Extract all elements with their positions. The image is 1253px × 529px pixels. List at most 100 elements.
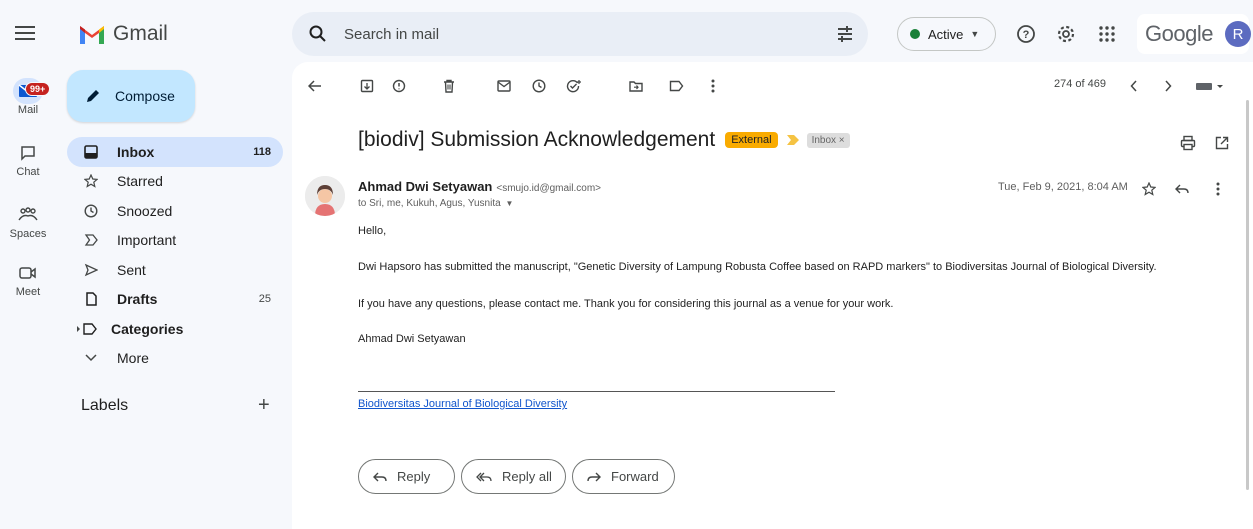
inbox-label-chip[interactable]: Inbox × — [806, 132, 850, 148]
back-arrow-icon[interactable] — [305, 76, 325, 96]
email-paragraph-1: Dwi Hapsoro has submitted the manuscript… — [358, 261, 1157, 273]
snooze-clock-icon[interactable] — [529, 76, 549, 96]
report-spam-icon[interactable] — [389, 76, 409, 96]
importance-marker-icon[interactable] — [786, 134, 800, 146]
nav-label: Starred — [117, 173, 163, 190]
account-avatar[interactable]: R — [1225, 21, 1251, 47]
google-account-area[interactable]: Google R — [1137, 14, 1251, 54]
main-menu-icon[interactable] — [13, 22, 37, 46]
print-icon[interactable] — [1178, 133, 1198, 153]
sender-email: <smujo.id@gmail.com> — [496, 183, 602, 194]
star-icon[interactable] — [1139, 179, 1159, 199]
nav-item-important[interactable]: Important — [67, 226, 283, 256]
gmail-logo[interactable]: Gmail — [78, 22, 168, 46]
nav-label: Sent — [117, 261, 146, 278]
journal-link[interactable]: Biodiversitas Journal of Biological Dive… — [358, 398, 567, 410]
scrollbar[interactable] — [1246, 100, 1249, 490]
message-pager: 274 of 469 — [1054, 78, 1106, 90]
reply-arrow-icon[interactable] — [1172, 179, 1192, 199]
rail-item-chat[interactable]: Chat — [0, 140, 56, 178]
mark-unread-icon[interactable] — [494, 76, 514, 96]
older-chevron-right-icon[interactable] — [1158, 76, 1178, 96]
nav-label: Inbox — [117, 143, 155, 160]
status-label: Active — [928, 26, 964, 42]
rail-label: Chat — [16, 166, 40, 178]
pencil-icon — [87, 90, 99, 102]
email-date: Tue, Feb 9, 2021, 8:04 AM — [998, 181, 1128, 193]
app-name: Gmail — [113, 22, 168, 45]
sender-line: Ahmad Dwi Setyawan <smujo.id@gmail.com> — [358, 179, 601, 194]
nav-count: 25 — [258, 293, 271, 306]
nav-item-sent[interactable]: Sent — [67, 255, 283, 285]
status-dot — [910, 29, 920, 39]
email-subject: [biodiv] Submission Acknowledgement — [358, 128, 716, 151]
labels-heading: Labels — [81, 397, 129, 414]
compose-button[interactable]: Compose — [67, 70, 195, 122]
nav-count: 118 — [253, 145, 271, 158]
forward-button[interactable]: Forward — [572, 459, 675, 494]
email-paragraph-2: If you have any questions, please contac… — [358, 298, 894, 310]
caret-down-icon: ▼ — [970, 29, 980, 39]
nav-item-more[interactable]: More — [67, 344, 283, 374]
chevron-down-icon — [83, 350, 99, 366]
nav-item-drafts[interactable]: Drafts 25 — [67, 285, 283, 315]
email-subject-row: [biodiv] Submission Acknowledgement Exte… — [358, 128, 850, 152]
add-task-icon[interactable] — [564, 76, 584, 96]
external-tag: External — [725, 132, 778, 148]
rail-item-spaces[interactable]: Spaces — [0, 202, 56, 240]
add-label-button[interactable]: + — [258, 394, 270, 417]
rail-label: Meet — [15, 286, 41, 298]
top-bar: Gmail Active ▼ ? Google R — [0, 0, 1253, 68]
nav-item-categories[interactable]: Categories — [67, 314, 283, 344]
forward-label: Forward — [611, 469, 659, 484]
nav-label: Categories — [111, 320, 184, 337]
status-selector[interactable]: Active ▼ — [897, 17, 996, 51]
recipients-text: to Sri, me, Kukuh, Agus, Yusnita — [358, 198, 501, 209]
gmail-m-icon — [80, 26, 104, 44]
message-more-vertical-icon[interactable] — [1208, 179, 1228, 199]
nav-item-snoozed[interactable]: Snoozed — [67, 196, 283, 226]
google-wordmark: Google — [1145, 21, 1213, 46]
compose-label: Compose — [115, 88, 175, 104]
settings-gear-icon[interactable] — [1054, 22, 1078, 46]
reply-all-button[interactable]: Reply all — [461, 459, 566, 494]
input-tools-keyboard-icon[interactable] — [1192, 76, 1228, 96]
draft-icon — [83, 291, 99, 307]
sender-avatar[interactable] — [305, 176, 345, 216]
email-signature: Ahmad Dwi Setyawan — [358, 333, 466, 345]
rail-item-mail[interactable]: 99+ Mail — [0, 78, 56, 116]
newer-chevron-left-icon[interactable] — [1124, 76, 1144, 96]
search-input[interactable] — [344, 22, 794, 46]
star-icon — [83, 173, 99, 189]
recipients-line[interactable]: to Sri, me, Kukuh, Agus, Yusnita ▼ — [358, 198, 513, 209]
important-icon — [83, 232, 99, 248]
label-tag-icon[interactable] — [666, 76, 686, 96]
move-to-folder-icon[interactable] — [626, 76, 646, 96]
reply-icon — [373, 472, 387, 482]
help-icon[interactable]: ? — [1014, 22, 1038, 46]
archive-icon[interactable] — [357, 76, 377, 96]
clock-icon — [83, 203, 99, 219]
nav-item-starred[interactable]: Starred — [67, 167, 283, 197]
rail-label: Spaces — [9, 228, 47, 240]
apps-grid-icon[interactable] — [1095, 22, 1119, 46]
folder-nav: Inbox 118 Starred Snoozed Important Sent… — [67, 137, 283, 373]
reply-button[interactable]: Reply — [358, 459, 455, 494]
nav-label: Drafts — [117, 291, 158, 308]
search-options-icon[interactable] — [835, 24, 855, 44]
reply-label: Reply — [397, 469, 431, 484]
nav-label: Important — [117, 232, 177, 249]
search-bar[interactable] — [292, 12, 868, 56]
open-new-window-icon[interactable] — [1212, 133, 1232, 153]
nav-item-inbox[interactable]: Inbox 118 — [67, 137, 283, 167]
caret-down-icon[interactable]: ▼ — [505, 199, 513, 208]
reply-all-icon — [476, 472, 492, 482]
sender-name[interactable]: Ahmad Dwi Setyawan — [358, 179, 492, 194]
meet-icon — [12, 260, 44, 286]
nav-label: Snoozed — [117, 202, 173, 219]
nav-label: More — [117, 350, 149, 367]
more-vertical-icon[interactable] — [703, 76, 723, 96]
search-icon[interactable] — [308, 24, 328, 44]
rail-item-meet[interactable]: Meet — [0, 260, 56, 298]
delete-trash-icon[interactable] — [439, 76, 459, 96]
